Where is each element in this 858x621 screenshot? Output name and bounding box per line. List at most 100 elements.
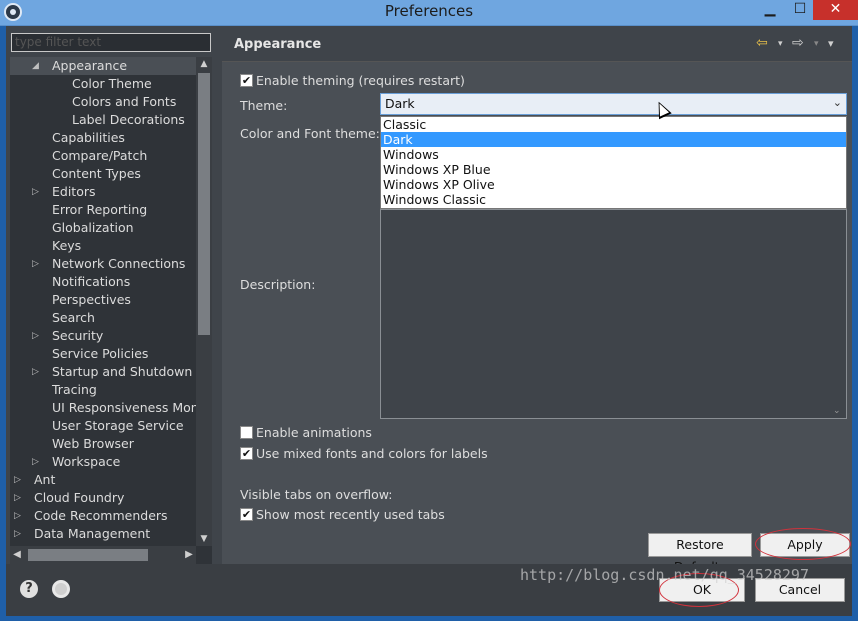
tree-item-label: Globalization — [52, 220, 134, 235]
theme-select[interactable]: Dark ⌄ — [380, 93, 847, 115]
enable-theming-checkbox[interactable]: ✔ — [240, 74, 253, 87]
tree-item[interactable]: Content Types — [10, 165, 196, 183]
tree-item[interactable]: ▷ Cloud Foundry — [10, 489, 196, 507]
tree-item-label: Ant — [34, 472, 56, 487]
tree-item[interactable]: Compare/Patch — [10, 147, 196, 165]
description-box: ⌄ — [380, 209, 847, 419]
collapsed-arrow-icon[interactable]: ▷ — [14, 489, 24, 507]
minimize-button[interactable]: ▁ — [756, 0, 784, 20]
view-menu-icon[interactable]: ▾ — [828, 37, 834, 50]
tree-item-label: Color Theme — [72, 76, 152, 91]
collapsed-arrow-icon[interactable]: ▷ — [32, 363, 42, 381]
tree-item-label: Editors — [52, 184, 96, 199]
chevron-down-icon[interactable]: ⌄ — [833, 96, 842, 109]
enable-animations-checkbox[interactable] — [240, 426, 253, 439]
tree-item[interactable]: Keys — [10, 237, 196, 255]
theme-label: Theme: — [240, 98, 288, 113]
recent-tabs-checkbox[interactable]: ✔ — [240, 508, 253, 521]
theme-select-value: Dark — [385, 96, 415, 111]
tree-item-label: User Storage Service — [52, 418, 184, 433]
tree-item[interactable]: ▷ Startup and Shutdown — [10, 363, 196, 381]
scroll-left-icon[interactable]: ◀ — [10, 546, 24, 564]
tree-item-label: Startup and Shutdown — [52, 364, 193, 379]
collapsed-arrow-icon[interactable]: ▷ — [14, 471, 24, 489]
title-bar: Preferences ▁ ☐ ✕ — [0, 0, 858, 26]
recent-tabs-label: Show most recently used tabs — [256, 507, 445, 522]
close-button[interactable]: ✕ — [813, 0, 858, 20]
expanded-arrow-icon[interactable]: ◢ — [32, 57, 42, 75]
tree-item-label: Workspace — [52, 454, 121, 469]
collapsed-arrow-icon[interactable]: ▷ — [32, 327, 42, 345]
collapsed-arrow-icon[interactable]: ▷ — [14, 525, 24, 543]
tree-item-label: Service Policies — [52, 346, 149, 361]
tree-item-label: Network Connections — [52, 256, 186, 271]
tree-item[interactable]: Service Policies — [10, 345, 196, 363]
tree-item[interactable]: UI Responsiveness Mon — [10, 399, 196, 417]
collapsed-arrow-icon[interactable]: ▷ — [32, 183, 42, 201]
tree-item-label: Keys — [52, 238, 82, 253]
tree-item[interactable]: ▷ Data Management — [10, 525, 196, 543]
tree-item-label: Perspectives — [52, 292, 131, 307]
tree-item[interactable]: Search — [10, 309, 196, 327]
theme-option[interactable]: Windows — [381, 147, 846, 162]
description-scrollbar[interactable]: ⌄ — [830, 210, 846, 418]
forward-menu-icon[interactable]: ▾ — [814, 39, 819, 49]
scroll-down-icon[interactable]: ⌄ — [833, 406, 841, 416]
back-menu-icon[interactable]: ▾ — [778, 39, 783, 49]
tree-horizontal-scrollbar[interactable]: ◀ ▶ — [10, 546, 196, 564]
filter-input[interactable]: type filter text — [11, 33, 211, 52]
tree-item[interactable]: Capabilities — [10, 129, 196, 147]
tree-item[interactable]: Color Theme — [10, 75, 196, 93]
tree-item-label: Security — [52, 328, 104, 343]
tree-item-label: Search — [52, 310, 95, 325]
window-title: Preferences — [384, 2, 474, 20]
forward-arrow-icon[interactable]: ⇨ — [792, 35, 804, 51]
tree-item-label: Notifications — [52, 274, 131, 289]
help-icon[interactable]: ? — [20, 580, 38, 598]
restore-defaults-button[interactable]: Restore Defaults — [648, 533, 752, 574]
tree-item[interactable]: ▷ Editors — [10, 183, 196, 201]
tree-item[interactable]: Tracing — [10, 381, 196, 399]
theme-option[interactable]: Dark — [381, 132, 846, 147]
tree-item[interactable]: Label Decorations — [10, 111, 196, 129]
hscroll-thumb[interactable] — [28, 549, 148, 561]
tree-item-label: Colors and Fonts — [72, 94, 177, 109]
scroll-thumb[interactable] — [198, 73, 210, 335]
tree-item[interactable]: ▷ Security — [10, 327, 196, 345]
collapsed-arrow-icon[interactable]: ▷ — [32, 453, 42, 471]
enable-animations-label: Enable animations — [256, 425, 372, 440]
mixed-fonts-checkbox[interactable]: ✔ — [240, 447, 253, 460]
maximize-button[interactable]: ☐ — [786, 0, 814, 20]
tree-item[interactable]: ▷ Code Recommenders — [10, 507, 196, 525]
tree-item[interactable]: ▷ Ant — [10, 471, 196, 489]
scroll-up-icon[interactable]: ▲ — [196, 57, 212, 71]
theme-option[interactable]: Windows XP Olive — [381, 177, 846, 192]
tree-item[interactable]: Globalization — [10, 219, 196, 237]
tree-item[interactable]: Web Browser — [10, 435, 196, 453]
tree-vertical-scrollbar[interactable]: ▲ ▼ — [196, 57, 212, 546]
tree-item[interactable]: ▷ Workspace — [10, 453, 196, 471]
tree-item[interactable]: User Storage Service — [10, 417, 196, 435]
enable-theming-label: Enable theming (requires restart) — [256, 73, 465, 88]
tree-item[interactable]: ◢ Appearance — [10, 57, 196, 75]
tree-item[interactable]: Notifications — [10, 273, 196, 291]
scroll-right-icon[interactable]: ▶ — [182, 546, 196, 564]
back-arrow-icon[interactable]: ⇦ — [756, 35, 768, 51]
collapsed-arrow-icon[interactable]: ▷ — [32, 255, 42, 273]
tree-item[interactable]: Error Reporting — [10, 201, 196, 219]
record-icon[interactable] — [52, 580, 70, 598]
tree-item-label: UI Responsiveness Mon — [52, 400, 196, 415]
theme-option[interactable]: Classic — [381, 117, 846, 132]
scroll-down-icon[interactable]: ▼ — [196, 532, 212, 546]
tree-item-label: Label Decorations — [72, 112, 185, 127]
theme-option[interactable]: Windows Classic — [381, 192, 846, 207]
dialog-frame: type filter text ◢ Appearance Color Theme C… — [6, 26, 852, 616]
collapsed-arrow-icon[interactable]: ▷ — [14, 507, 24, 525]
tree-item[interactable]: Perspectives — [10, 291, 196, 309]
description-label: Description: — [240, 277, 316, 292]
tree-item-label: Error Reporting — [52, 202, 148, 217]
tree-item-label: Compare/Patch — [52, 148, 148, 163]
tree-item[interactable]: Colors and Fonts — [10, 93, 196, 111]
theme-option[interactable]: Windows XP Blue — [381, 162, 846, 177]
tree-item[interactable]: ▷ Network Connections — [10, 255, 196, 273]
